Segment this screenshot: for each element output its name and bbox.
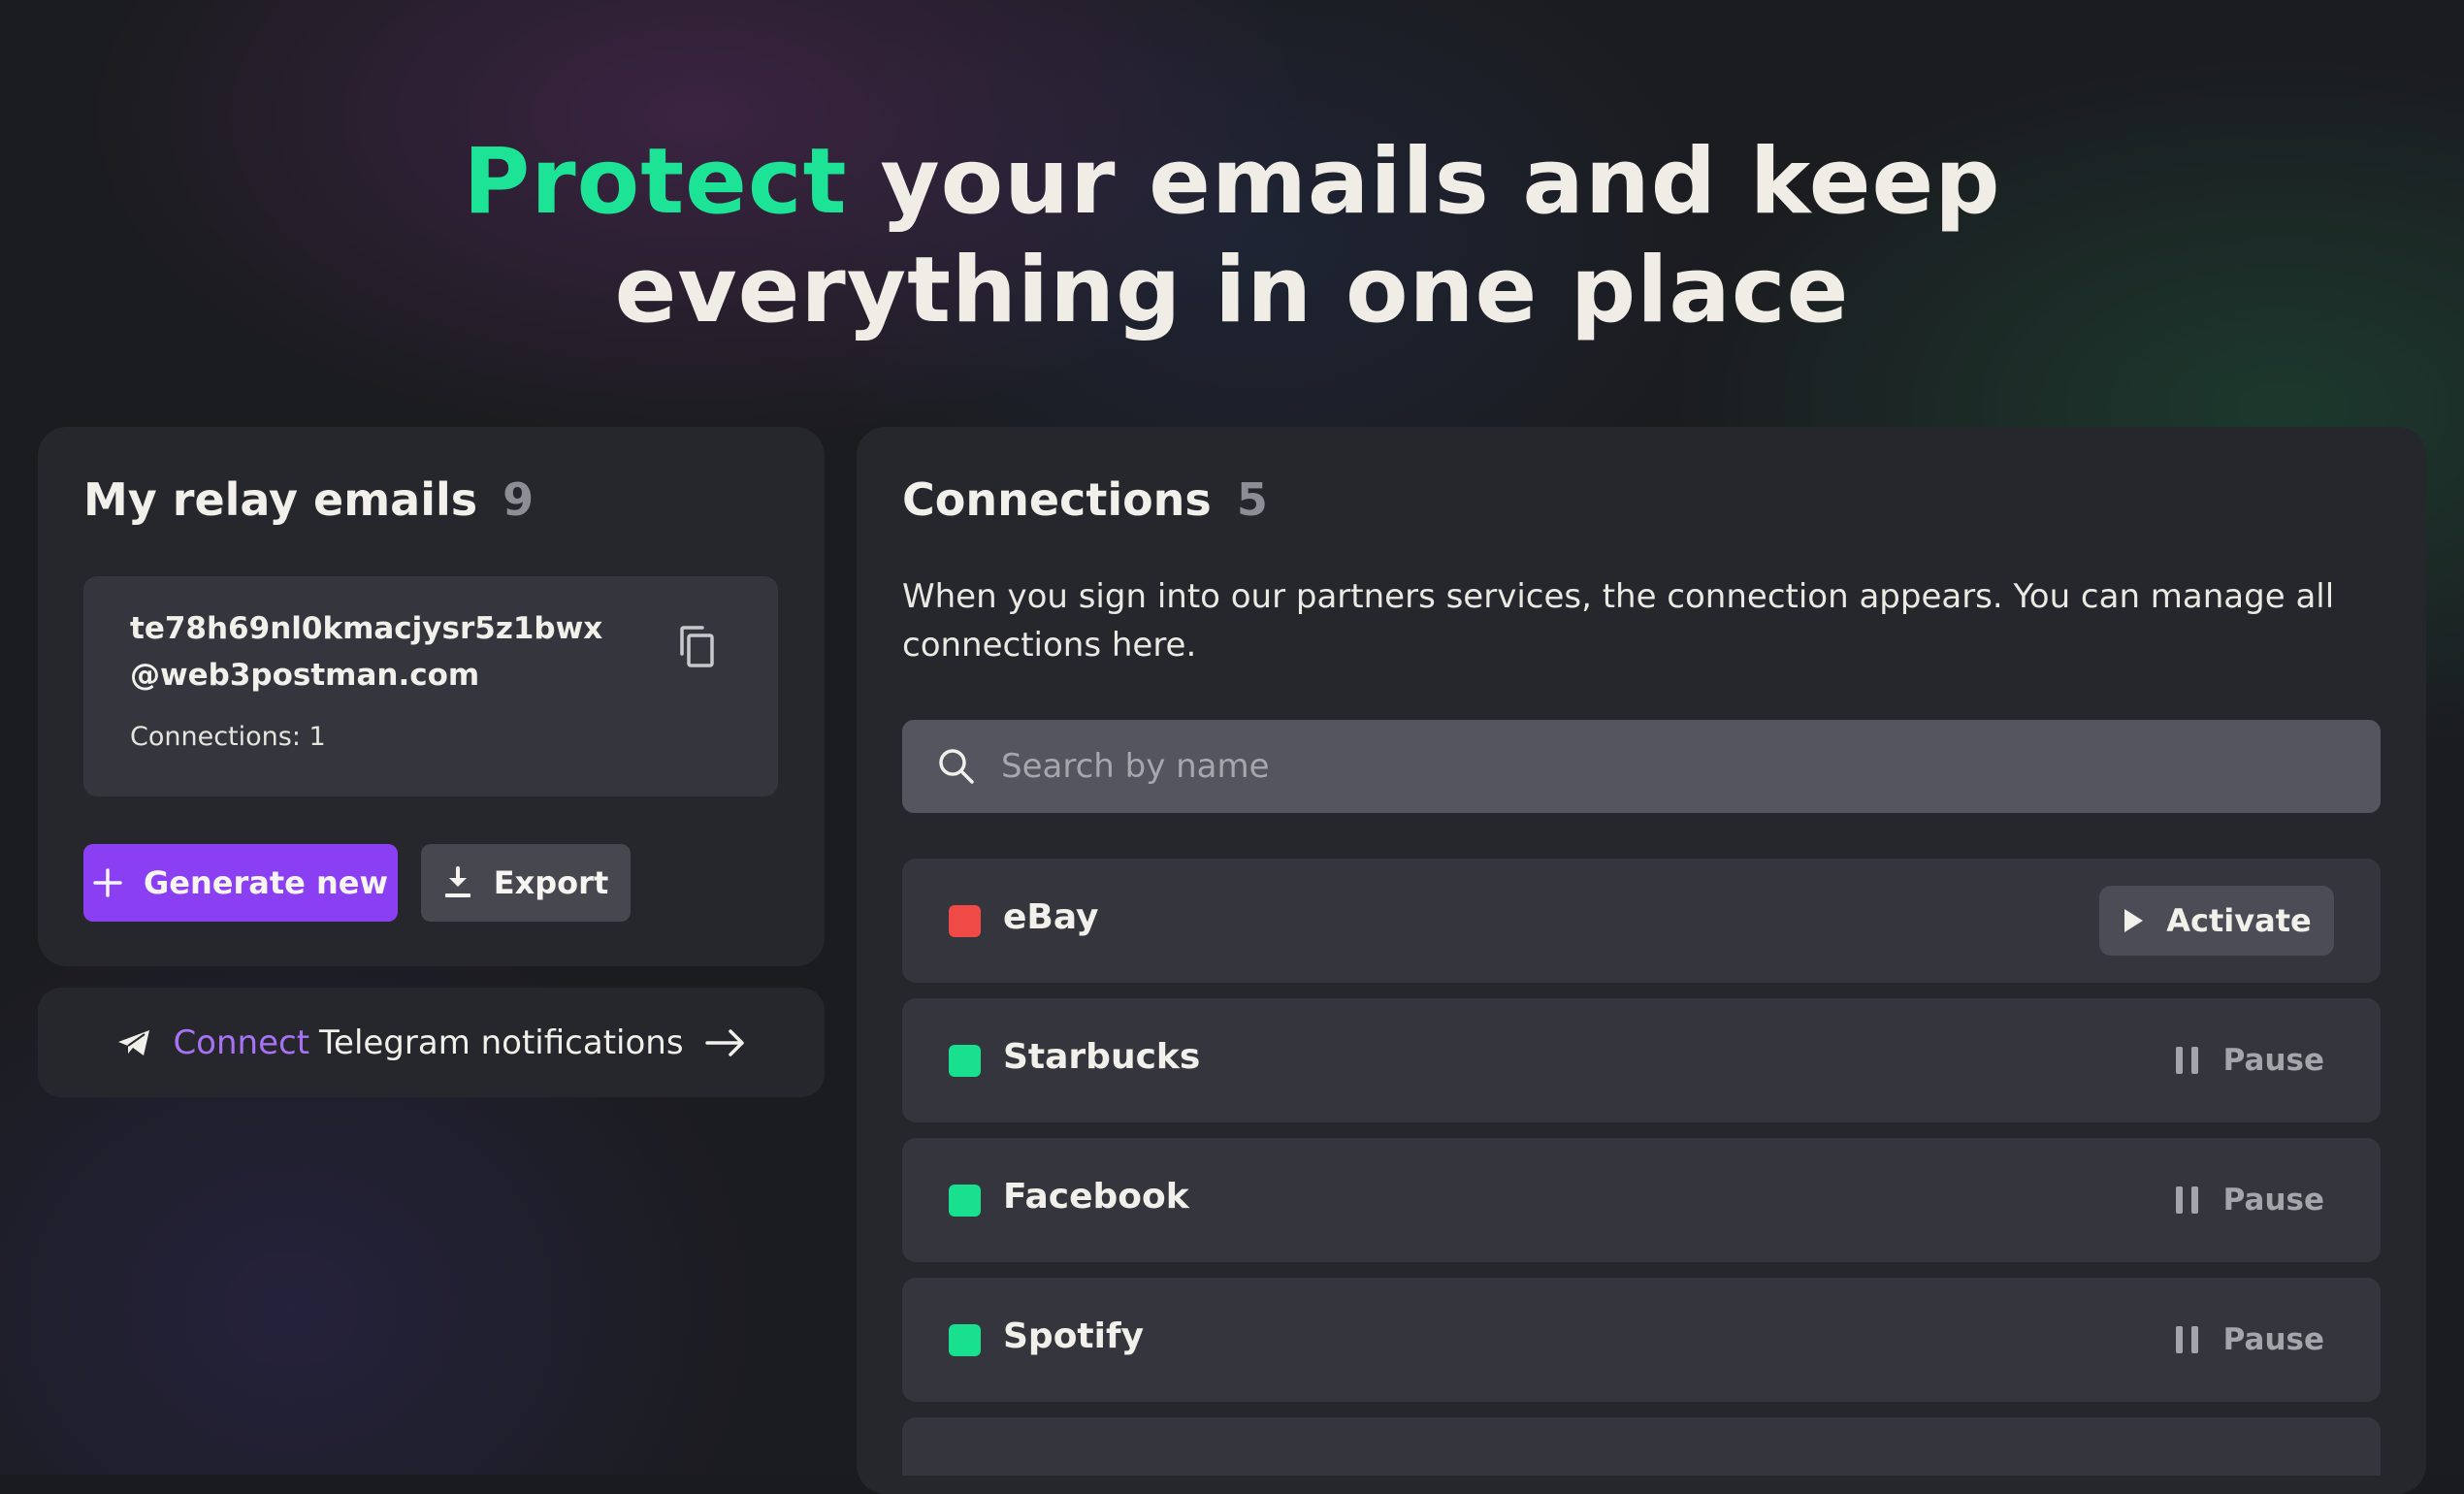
- pause-icon: [2176, 1047, 2198, 1074]
- relay-email-address-line2: @web3postman.com: [130, 652, 602, 698]
- activate-label: Activate: [2166, 902, 2311, 939]
- activate-button[interactable]: Activate: [2099, 886, 2334, 956]
- export-button[interactable]: Export: [421, 844, 631, 922]
- hero-line1-rest: your emails and keep: [880, 129, 2000, 235]
- pause-label: Pause: [2223, 1043, 2324, 1078]
- hero-accent-word: Protect: [463, 129, 847, 235]
- pause-icon: [2176, 1326, 2198, 1353]
- telegram-icon: [116, 1028, 151, 1057]
- search-icon: [937, 747, 976, 786]
- connection-row-spotify: Spotify Pause: [902, 1278, 2381, 1402]
- status-indicator: [949, 1324, 981, 1356]
- copy-icon[interactable]: [677, 625, 716, 669]
- search-bar[interactable]: [902, 720, 2381, 813]
- hero-line2: everything in one place: [615, 238, 1850, 343]
- play-icon: [2122, 907, 2145, 934]
- search-input[interactable]: [1001, 747, 2340, 786]
- connections-description: When you sign into our partners services…: [902, 572, 2396, 669]
- connection-row-ebay: eBay Activate: [902, 859, 2381, 983]
- telegram-notifications-label: Telegram notifications: [319, 1023, 684, 1062]
- download-icon: [443, 866, 472, 899]
- telegram-connect-text: Connect Telegram notifications: [173, 1023, 683, 1062]
- connections-title: Connections 5: [902, 473, 1268, 526]
- export-label: Export: [494, 864, 608, 901]
- pause-label: Pause: [2223, 1322, 2324, 1357]
- pause-button[interactable]: Pause: [2176, 1305, 2324, 1375]
- pause-button[interactable]: Pause: [2176, 1165, 2324, 1235]
- page: Protect your emails and keep everything …: [0, 0, 2464, 1475]
- connection-name: eBay: [1003, 897, 1099, 937]
- connection-name: Spotify: [1003, 1316, 1144, 1356]
- connection-name: Starbucks: [1003, 1037, 1200, 1077]
- connection-name: Facebook: [1003, 1177, 1189, 1217]
- telegram-connect-banner[interactable]: Connect Telegram notifications: [38, 988, 825, 1097]
- status-indicator: [949, 905, 981, 937]
- connection-row-starbucks: Starbucks Pause: [902, 998, 2381, 1122]
- connections-card: Connections 5 When you sign into our par…: [857, 427, 2426, 1494]
- relay-email-item[interactable]: te78h69nl0kmacjysr5z1bwx @web3postman.co…: [83, 576, 778, 796]
- pause-button[interactable]: Pause: [2176, 1025, 2324, 1095]
- relay-emails-title: My relay emails 9: [83, 473, 534, 526]
- relay-emails-title-label: My relay emails: [83, 473, 477, 526]
- status-indicator: [949, 1185, 981, 1217]
- status-indicator: [949, 1045, 981, 1077]
- connection-row-partial: [902, 1417, 2381, 1476]
- arrow-right-icon: [705, 1028, 746, 1057]
- connections-title-label: Connections: [902, 473, 1212, 526]
- relay-emails-card: My relay emails 9 te78h69nl0kmacjysr5z1b…: [38, 427, 825, 966]
- generate-new-label: Generate new: [144, 864, 388, 901]
- hero-heading: Protect your emails and keep everything …: [0, 128, 2464, 345]
- connections-count: 5: [1237, 473, 1268, 526]
- relay-email-connections: Connections: 1: [130, 722, 326, 752]
- relay-email-address[interactable]: te78h69nl0kmacjysr5z1bwx @web3postman.co…: [130, 605, 602, 698]
- connection-row-facebook: Facebook Pause: [902, 1138, 2381, 1262]
- generate-new-button[interactable]: Generate new: [83, 844, 398, 922]
- telegram-connect-word: Connect: [173, 1023, 309, 1062]
- relay-emails-count: 9: [503, 473, 534, 526]
- pause-label: Pause: [2223, 1183, 2324, 1218]
- pause-icon: [2176, 1186, 2198, 1214]
- relay-email-address-line1: te78h69nl0kmacjysr5z1bwx: [130, 605, 602, 652]
- plus-icon: [93, 868, 122, 897]
